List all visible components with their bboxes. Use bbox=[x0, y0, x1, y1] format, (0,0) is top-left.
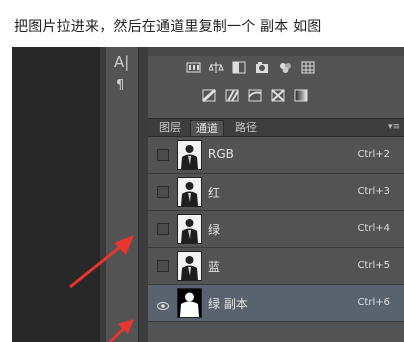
curves-icon[interactable] bbox=[232, 61, 247, 74]
visibility-toggle[interactable] bbox=[157, 260, 169, 272]
brightness-icon[interactable] bbox=[186, 61, 201, 74]
channel-name: 红 bbox=[208, 186, 221, 200]
canvas-area bbox=[12, 47, 100, 342]
vibrance-icon[interactable] bbox=[278, 61, 293, 74]
visibility-toggle[interactable] bbox=[157, 223, 169, 235]
channel-thumbnail bbox=[177, 288, 202, 318]
paragraph-icon[interactable]: ¶ bbox=[116, 78, 124, 93]
eye-icon[interactable] bbox=[157, 297, 169, 310]
invert-icon[interactable] bbox=[202, 89, 217, 102]
tool-column: A| ¶ bbox=[106, 47, 139, 342]
gradient-map-icon[interactable] bbox=[294, 89, 309, 102]
channel-name: 绿 副本 bbox=[208, 297, 248, 311]
channel-thumbnail bbox=[177, 214, 202, 244]
channel-shortcut: Ctrl+6 bbox=[357, 297, 390, 308]
panel-gutter bbox=[139, 47, 148, 342]
channel-thumbnail bbox=[177, 177, 202, 207]
channel-shortcut: Ctrl+3 bbox=[357, 186, 390, 197]
tab-channels[interactable]: 通道 bbox=[190, 120, 224, 136]
panel-menu-icon[interactable]: ▾≡ bbox=[388, 122, 400, 132]
channel-name: RGB bbox=[208, 147, 234, 161]
panel-header bbox=[148, 47, 404, 56]
selective-color-icon[interactable] bbox=[271, 89, 286, 102]
grid-icon[interactable] bbox=[301, 61, 316, 74]
channel-thumbnail bbox=[177, 140, 202, 170]
channel-thumbnail bbox=[177, 251, 202, 281]
levels-icon[interactable] bbox=[209, 61, 224, 74]
channel-row-green-copy[interactable]: 绿 副本 Ctrl+6 bbox=[148, 285, 404, 322]
red-arrow-icon bbox=[108, 319, 134, 342]
channel-row-rgb[interactable]: RGB Ctrl+2 bbox=[148, 137, 404, 174]
channel-shortcut: Ctrl+5 bbox=[357, 260, 390, 271]
channels-panel-tabs: 图层 通道 路径 ▾≡ bbox=[148, 119, 404, 137]
channel-name: 绿 bbox=[208, 223, 221, 237]
channel-name: 蓝 bbox=[208, 260, 221, 274]
red-arrow-icon bbox=[69, 235, 134, 289]
channel-shortcut: Ctrl+2 bbox=[357, 149, 390, 160]
channel-row-red[interactable]: 红 Ctrl+3 bbox=[148, 174, 404, 211]
adjustments-panel bbox=[148, 47, 404, 118]
channel-row-green[interactable]: 绿 Ctrl+4 bbox=[148, 211, 404, 248]
channel-row-blue[interactable]: 蓝 Ctrl+5 bbox=[148, 248, 404, 285]
channel-shortcut: Ctrl+4 bbox=[357, 223, 390, 234]
tab-layers[interactable]: 图层 bbox=[154, 120, 186, 136]
threshold-icon[interactable] bbox=[248, 89, 263, 102]
visibility-toggle[interactable] bbox=[157, 186, 169, 198]
exposure-icon[interactable] bbox=[255, 61, 270, 74]
posterize-icon[interactable] bbox=[225, 89, 240, 102]
type-tool-icon[interactable]: A| bbox=[114, 53, 129, 71]
adjustment-icons-row-1 bbox=[186, 61, 316, 74]
visibility-toggle[interactable] bbox=[157, 149, 169, 161]
photoshop-screenshot: A| ¶ 图层 通道 路径 ▾≡ RGB Ctrl+2 红 Ctrl+3 绿 C… bbox=[12, 47, 404, 342]
adjustment-icons-row-2 bbox=[202, 89, 309, 102]
tab-paths[interactable]: 路径 bbox=[230, 120, 262, 136]
channels-list: RGB Ctrl+2 红 Ctrl+3 绿 Ctrl+4 蓝 Ctrl+5 绿 … bbox=[148, 137, 404, 342]
caption-text: 把图片拉进来，然后在通道里复制一个 副本 如图 bbox=[14, 19, 322, 35]
